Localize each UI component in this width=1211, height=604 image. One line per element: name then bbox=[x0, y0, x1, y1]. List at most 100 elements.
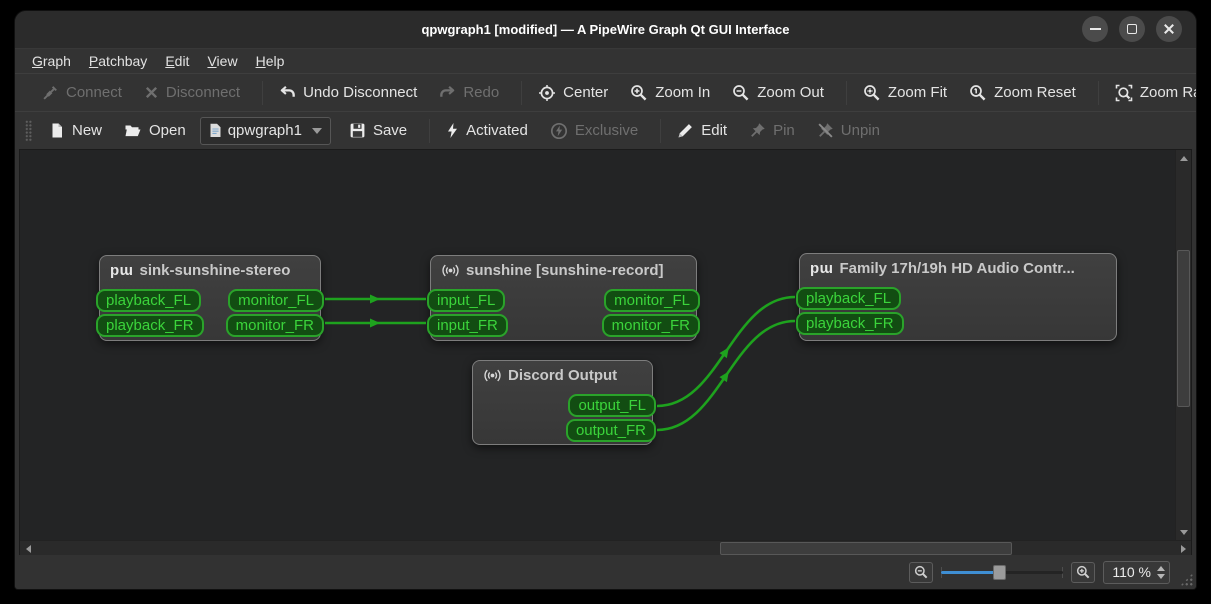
patchbay-file-icon bbox=[210, 123, 221, 137]
open-label: Open bbox=[149, 122, 186, 139]
redo-icon bbox=[440, 85, 455, 97]
vertical-scrollbar-thumb[interactable] bbox=[1177, 250, 1190, 407]
center-button[interactable]: Center bbox=[530, 80, 616, 106]
zoom-fit-icon bbox=[864, 84, 880, 100]
port-monitor-fl[interactable]: monitor_FL bbox=[228, 289, 324, 312]
close-icon bbox=[1163, 23, 1175, 35]
horizontal-scrollbar[interactable] bbox=[20, 540, 1191, 556]
zoom-slider-fill bbox=[941, 571, 1000, 574]
menu-edit[interactable]: Edit bbox=[156, 51, 198, 71]
redo-button[interactable]: Redo bbox=[431, 80, 507, 105]
menu-graph[interactable]: Graph bbox=[23, 51, 80, 71]
center-label: Center bbox=[563, 84, 609, 101]
node-title: sunshine [sunshine-record] bbox=[466, 262, 664, 279]
toolbar-separator bbox=[845, 80, 847, 105]
minimize-button[interactable] bbox=[1082, 16, 1108, 42]
stream-icon bbox=[484, 369, 501, 382]
disconnect-label: Disconnect bbox=[165, 84, 241, 101]
redo-label: Redo bbox=[463, 84, 500, 101]
pin-button[interactable]: Pin bbox=[741, 118, 803, 143]
port-input-fl[interactable]: input_FL bbox=[427, 289, 506, 312]
zoom-fit-button[interactable]: Zoom Fit bbox=[855, 80, 955, 106]
close-button[interactable] bbox=[1156, 16, 1182, 42]
new-label: New bbox=[72, 122, 103, 139]
scroll-down-button[interactable] bbox=[1176, 524, 1192, 540]
unpin-button[interactable]: Unpin bbox=[809, 118, 888, 143]
save-label: Save bbox=[372, 122, 408, 139]
zoom-range-icon bbox=[1115, 84, 1133, 101]
window-resize-grip[interactable] bbox=[1180, 573, 1193, 586]
toolbar-main: Connect Disconnect Undo Disconnect Redo … bbox=[15, 73, 1196, 111]
zoom-in-icon bbox=[631, 84, 647, 100]
pipewire-icon: pɯ bbox=[110, 262, 134, 279]
edit-button[interactable]: Edit bbox=[669, 118, 735, 143]
screen: qpwgraph1 [modified] — A PipeWire Graph … bbox=[0, 0, 1211, 604]
zoom-slider-handle[interactable] bbox=[993, 565, 1007, 580]
zoom-out-icon bbox=[733, 84, 749, 100]
port-output-fl[interactable]: output_FL bbox=[568, 394, 656, 417]
zoom-in-icon bbox=[1076, 565, 1090, 578]
zoom-slider[interactable] bbox=[941, 563, 1064, 581]
node-sunshine[interactable]: sunshine [sunshine-record] input_FL inpu… bbox=[427, 255, 700, 341]
connect-label: Connect bbox=[66, 84, 122, 101]
open-folder-icon bbox=[125, 125, 141, 137]
disconnect-button[interactable]: Disconnect bbox=[136, 80, 248, 105]
zoom-percentage-value: 110 % bbox=[1112, 564, 1151, 580]
spin-down-icon[interactable] bbox=[1157, 573, 1165, 579]
exclusive-bolt-icon bbox=[550, 122, 567, 139]
open-button[interactable]: Open bbox=[116, 118, 194, 143]
statusbar-zoom-out-button[interactable] bbox=[909, 561, 934, 583]
node-sink-sunshine-stereo[interactable]: pɯ sink-sunshine-stereo playback_FL play… bbox=[96, 255, 324, 341]
activated-toggle[interactable]: Activated bbox=[438, 118, 536, 143]
port-output-fr[interactable]: output_FR bbox=[565, 419, 656, 442]
port-monitor-fr[interactable]: monitor_FR bbox=[601, 314, 700, 337]
node-header: pɯ sink-sunshine-stereo bbox=[100, 256, 320, 283]
port-playback-fl[interactable]: playback_FL bbox=[96, 289, 202, 312]
new-button[interactable]: New bbox=[41, 118, 110, 143]
spin-up-icon[interactable] bbox=[1157, 565, 1165, 571]
node-discord-output[interactable]: Discord Output output_FL output_FR bbox=[472, 360, 656, 445]
port-monitor-fl[interactable]: monitor_FL bbox=[604, 289, 700, 312]
zoom-in-button[interactable]: Zoom In bbox=[622, 80, 718, 106]
pipewire-icon: pɯ bbox=[810, 260, 834, 277]
zoom-range-button[interactable]: Zoom Range bbox=[1107, 80, 1196, 106]
save-button[interactable]: Save bbox=[341, 118, 415, 143]
zoom-out-button[interactable]: Zoom Out bbox=[724, 80, 832, 106]
port-monitor-fr[interactable]: monitor_FR bbox=[225, 314, 324, 337]
zoom-reset-button[interactable]: Zoom Reset bbox=[961, 80, 1084, 106]
graph-canvas[interactable]: pɯ sink-sunshine-stereo playback_FL play… bbox=[20, 150, 1175, 540]
exclusive-label: Exclusive bbox=[574, 122, 639, 139]
zoom-percentage-spinbox[interactable]: 110 % bbox=[1103, 560, 1170, 584]
connect-button[interactable]: Connect bbox=[34, 80, 130, 105]
maximize-button[interactable] bbox=[1119, 16, 1145, 42]
menu-view[interactable]: View bbox=[198, 51, 246, 71]
undo-button[interactable]: Undo Disconnect bbox=[271, 80, 425, 105]
menu-help[interactable]: Help bbox=[247, 51, 294, 71]
output-ports: output_FL output_FR bbox=[565, 394, 656, 442]
arrow-up-icon bbox=[1180, 155, 1188, 161]
connection-wires bbox=[325, 294, 796, 432]
titlebar[interactable]: qpwgraph1 [modified] — A PipeWire Graph … bbox=[15, 11, 1196, 48]
toolbar-separator bbox=[429, 118, 431, 143]
chevron-down-icon bbox=[311, 127, 322, 134]
port-input-fr[interactable]: input_FR bbox=[427, 314, 508, 337]
activated-bolt-icon bbox=[448, 123, 458, 138]
scroll-up-button[interactable] bbox=[1176, 150, 1192, 166]
arrow-left-icon bbox=[25, 545, 31, 553]
vertical-scrollbar[interactable] bbox=[1175, 150, 1191, 540]
port-playback-fr[interactable]: playback_FR bbox=[96, 314, 204, 337]
node-family-hd-audio[interactable]: pɯ Family 17h/19h HD Audio Contr... play… bbox=[796, 253, 1117, 341]
exclusive-toggle[interactable]: Exclusive bbox=[542, 118, 646, 144]
menu-patchbay[interactable]: Patchbay bbox=[80, 51, 156, 71]
maximize-icon bbox=[1127, 24, 1137, 34]
patchbay-file-selector[interactable]: qpwgraph1 bbox=[199, 116, 331, 145]
horizontal-scrollbar-thumb[interactable] bbox=[720, 542, 1012, 555]
patchbay-file-name: qpwgraph1 bbox=[227, 122, 302, 139]
toolbar-drag-handle[interactable] bbox=[25, 119, 32, 142]
port-playback-fl[interactable]: playback_FL bbox=[796, 287, 902, 310]
zoom-out-label: Zoom Out bbox=[757, 84, 824, 101]
statusbar-zoom-in-button[interactable] bbox=[1071, 561, 1096, 583]
input-ports: input_FL input_FR bbox=[427, 289, 508, 337]
port-playback-fr[interactable]: playback_FR bbox=[796, 312, 904, 335]
window-title: qpwgraph1 [modified] — A PipeWire Graph … bbox=[421, 22, 790, 37]
